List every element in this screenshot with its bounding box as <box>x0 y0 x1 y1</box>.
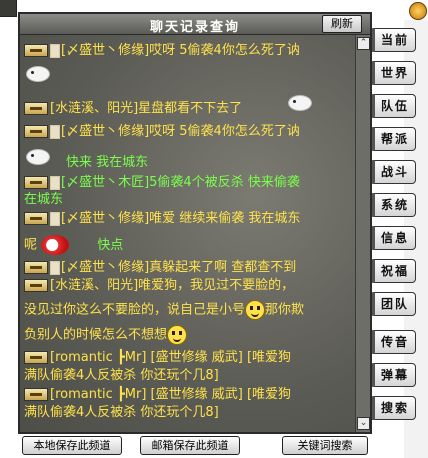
chat-message: [romantic ┣Mr] [盛世修缘 威武] [唯爱狗 <box>24 350 291 365</box>
tab-system[interactable]: 系统 <box>372 193 416 217</box>
channel-tag-icon <box>24 44 48 57</box>
chat-message-continued: 在城东 <box>24 192 63 207</box>
red-pet-emote-icon <box>41 235 70 255</box>
channel-tabs-lower: 传音 弹幕 搜索 <box>372 330 416 429</box>
tab-current[interactable]: 当前 <box>372 28 416 52</box>
scroll-bottom-icon[interactable]: ⌄ <box>357 417 370 430</box>
channel-tag-icon <box>24 212 48 225</box>
pig-emote-icon <box>26 66 50 82</box>
chat-message-continued: 呢 快点 <box>24 235 123 255</box>
sender-name[interactable]: [〆盛世丶修缘] <box>61 124 149 139</box>
badge-icon <box>50 175 60 190</box>
chat-message: [〆盛世丶木匠]5偷袭4个被反杀 快来偷袭 <box>24 175 300 190</box>
mail-save-button[interactable]: 邮箱保存此频道 <box>140 436 240 455</box>
tab-blessing[interactable]: 祝福 <box>372 259 416 283</box>
chat-message: [〆盛世丶修缘]唯爱 继续来偷袭 我在城东 <box>24 211 300 226</box>
message-text: 哎呀 5偷袭4你怎么死了讷 <box>149 43 300 58</box>
message-text: 满队偷袭4人反被杀 你还玩个几8] <box>24 368 219 383</box>
chat-message: [水涟溪、阳光]唯爱狗，我见过不要脸的， <box>24 278 294 293</box>
tab-barrage[interactable]: 弹幕 <box>372 363 416 387</box>
chat-log-window: 聊天记录查询 刷新 [〆盛世丶修缘]哎呀 5偷袭4你怎么死了讷 [水涟溪、阳光]… <box>0 0 428 458</box>
chat-message: 快来 我在城东 <box>66 155 148 170</box>
tab-search[interactable]: 搜索 <box>372 396 416 420</box>
badge-icon <box>50 43 60 58</box>
sender-name[interactable]: [〆盛世丶修缘] <box>61 211 149 226</box>
chat-message: [〆盛世丶修缘]哎呀 5偷袭4你怎么死了讷 <box>24 124 300 139</box>
pet-emote <box>26 66 50 82</box>
pet-emote <box>288 95 312 111</box>
window-corner-icon <box>0 0 17 17</box>
message-text: 星盘都看不下去了 <box>138 101 243 116</box>
sender-name[interactable]: [〆盛世丶修缘] <box>61 260 149 275</box>
pig-emote-icon <box>288 95 312 111</box>
chat-message-continued: 满队偷袭4人反被杀 你还玩个几8] <box>24 405 219 420</box>
smile-emote-icon <box>245 300 266 320</box>
tab-guild[interactable]: 帮派 <box>372 127 416 151</box>
message-text: [romantic ┣Mr] [盛世修缘 威武] [唯爱狗 <box>50 387 292 402</box>
badge-icon <box>50 124 60 139</box>
message-text: 负别人的时候怎么不想想 <box>24 327 168 343</box>
scrollbar[interactable]: ⌃ ⌄ <box>355 35 370 432</box>
badge-icon <box>50 260 60 275</box>
chat-log-panel: 聊天记录查询 刷新 [〆盛世丶修缘]哎呀 5偷袭4你怎么死了讷 [水涟溪、阳光]… <box>18 12 372 434</box>
chat-message-continued: 没见过你这么不要脸的，说自己是小号 那你欺 <box>24 300 304 320</box>
tab-whisper[interactable]: 传音 <box>372 330 416 354</box>
message-text: 快点 <box>97 237 124 253</box>
pig-emote-icon <box>26 149 50 165</box>
message-text: 真躲起来了啊 查都查不到 <box>149 260 297 275</box>
close-icon[interactable] <box>409 2 427 20</box>
channel-tag-icon <box>24 279 48 292</box>
message-text: 在城东 <box>24 192 64 207</box>
chat-message: [水涟溪、阳光]星盘都看不下去了 <box>24 101 242 116</box>
tab-battle[interactable]: 战斗 <box>372 160 416 184</box>
channel-tag-icon <box>24 125 48 138</box>
channel-tag-icon <box>24 102 48 115</box>
tab-group[interactable]: 团队 <box>372 292 416 316</box>
message-text: 5偷袭4个被反杀 快来偷袭 <box>149 175 300 190</box>
chat-message-continued: 满队偷袭4人反被杀 你还玩个几8] <box>24 368 219 383</box>
channel-tag-icon <box>24 351 48 364</box>
tab-team[interactable]: 队伍 <box>372 94 416 118</box>
message-text: 快来 我在城东 <box>66 155 149 170</box>
message-text: 哎呀 5偷袭4你怎么死了讷 <box>149 124 300 139</box>
badge-icon <box>50 211 60 226</box>
channel-tabs: 当前 世界 队伍 帮派 战斗 系统 信息 祝福 团队 <box>372 28 416 325</box>
channel-tag-icon <box>24 388 48 401</box>
chat-message: [romantic ┣Mr] [盛世修缘 威武] [唯爱狗 <box>24 387 291 402</box>
title-bar: 聊天记录查询 刷新 <box>20 14 370 35</box>
pet-emote <box>26 149 50 165</box>
channel-tag-icon <box>24 176 48 189</box>
sender-name[interactable]: [水涟溪、阳光] <box>50 278 138 293</box>
tab-world[interactable]: 世界 <box>372 61 416 85</box>
chat-message-list[interactable]: [〆盛世丶修缘]哎呀 5偷袭4你怎么死了讷 [水涟溪、阳光]星盘都看不下去了 [… <box>20 35 356 432</box>
message-text: 唯爱 继续来偷袭 我在城东 <box>149 211 301 226</box>
message-text: [romantic ┣Mr] [盛世修缘 威武] [唯爱狗 <box>50 350 292 365</box>
chat-message: [〆盛世丶修缘]真躲起来了啊 查都查不到 <box>24 260 296 275</box>
local-save-button[interactable]: 本地保存此频道 <box>22 436 122 455</box>
window-title: 聊天记录查询 <box>149 20 240 35</box>
keyword-search-button[interactable]: 关键词搜索 <box>282 436 368 455</box>
refresh-button[interactable]: 刷新 <box>322 15 362 33</box>
channel-tag-icon <box>24 261 48 274</box>
sender-name[interactable]: [水涟溪、阳光] <box>50 101 138 116</box>
sender-name[interactable]: [〆盛世丶修缘] <box>61 43 149 58</box>
message-text: 那你欺 <box>265 302 305 318</box>
scroll-top-icon[interactable]: ⌃ <box>357 37 370 50</box>
sender-name[interactable]: [〆盛世丶木匠] <box>61 175 149 190</box>
chat-message-continued: 负别人的时候怎么不想想 <box>24 325 188 345</box>
message-text: 唯爱狗，我见过不要脸的， <box>138 278 295 293</box>
message-text: 呢 <box>24 237 38 253</box>
chat-message: [〆盛世丶修缘]哎呀 5偷袭4你怎么死了讷 <box>24 43 300 58</box>
tab-info[interactable]: 信息 <box>372 226 416 250</box>
message-text: 满队偷袭4人反被杀 你还玩个几8] <box>24 405 219 420</box>
message-text: 没见过你这么不要脸的，说自己是小号 <box>24 302 246 318</box>
smile-emote-icon <box>167 325 188 345</box>
